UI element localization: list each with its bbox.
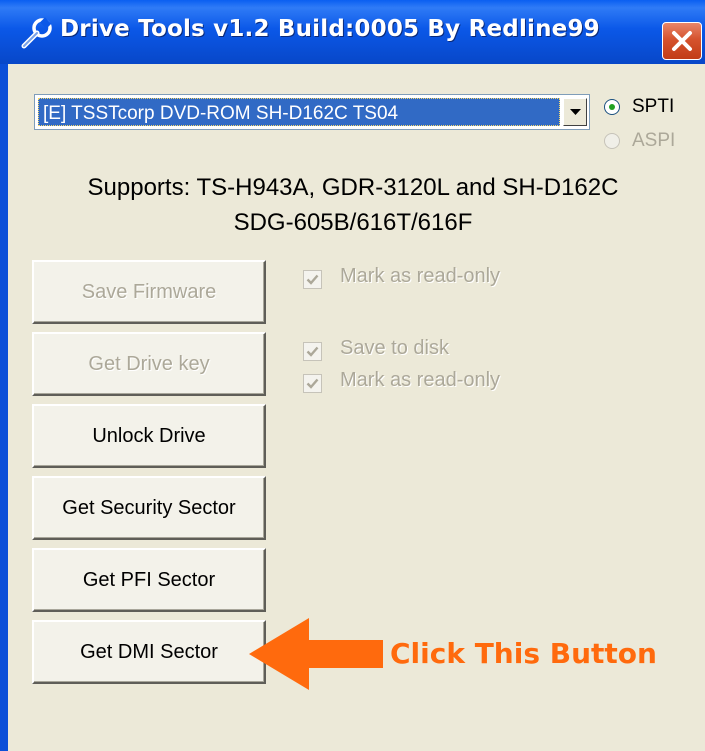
unlock-drive-button[interactable]: Unlock Drive [32, 404, 266, 468]
radio-selected-dot [609, 104, 615, 110]
drive-select-value-box: [E] TSSTcorp DVD-ROM SH-D162C TS04 [38, 98, 560, 126]
get-security-sector-button[interactable]: Get Security Sector [32, 476, 266, 540]
drive-select-value: [E] TSSTcorp DVD-ROM SH-D162C TS04 [43, 103, 399, 124]
wrench-icon [18, 16, 54, 52]
checkmark-icon [306, 274, 319, 285]
supported-drives-line-2: SDG-605B/616T/616F [233, 209, 473, 236]
close-button[interactable] [662, 22, 702, 60]
radio-aspi-label: ASPI [632, 130, 676, 151]
arrow-left-icon [247, 614, 387, 699]
save-to-disk-label: Save to disk [340, 337, 449, 359]
checkbox-box [303, 374, 322, 393]
window-title: Drive Tools v1.2 Build:0005 By Redline99 [60, 16, 600, 42]
radio-aspi-circle [604, 133, 620, 149]
drive-select[interactable]: [E] TSSTcorp DVD-ROM SH-D162C TS04 [34, 94, 590, 130]
checkbox-box [303, 342, 322, 361]
radio-spti-label: SPTI [632, 96, 675, 117]
supported-drives-line-1: Supports: TS-H943A, GDR-3120L and SH-D16… [87, 174, 619, 201]
checkbox-box [303, 270, 322, 289]
key-readonly-label: Mark as read-only [340, 369, 501, 391]
app-window: Drive Tools v1.2 Build:0005 By Redline99… [0, 0, 705, 751]
radio-spti-circle[interactable] [604, 99, 620, 115]
checkmark-icon [306, 378, 319, 389]
firmware-readonly-label: Mark as read-only [340, 265, 501, 287]
supported-drives-text: Supports: TS-H943A, GDR-3120L and SH-D16… [8, 170, 698, 240]
checkmark-icon [306, 346, 319, 357]
dialog-client-area: [E] TSSTcorp DVD-ROM SH-D162C TS04 SPTI … [8, 64, 705, 751]
annotation-text: Click This Button [390, 637, 657, 670]
title-bar[interactable]: Drive Tools v1.2 Build:0005 By Redline99 [0, 0, 705, 64]
save-firmware-button: Save Firmware [32, 260, 266, 324]
get-dmi-sector-button[interactable]: Get DMI Sector [32, 620, 266, 684]
get-pfi-sector-button[interactable]: Get PFI Sector [32, 548, 266, 612]
dropdown-button[interactable] [563, 98, 587, 126]
get-drive-key-button: Get Drive key [32, 332, 266, 396]
